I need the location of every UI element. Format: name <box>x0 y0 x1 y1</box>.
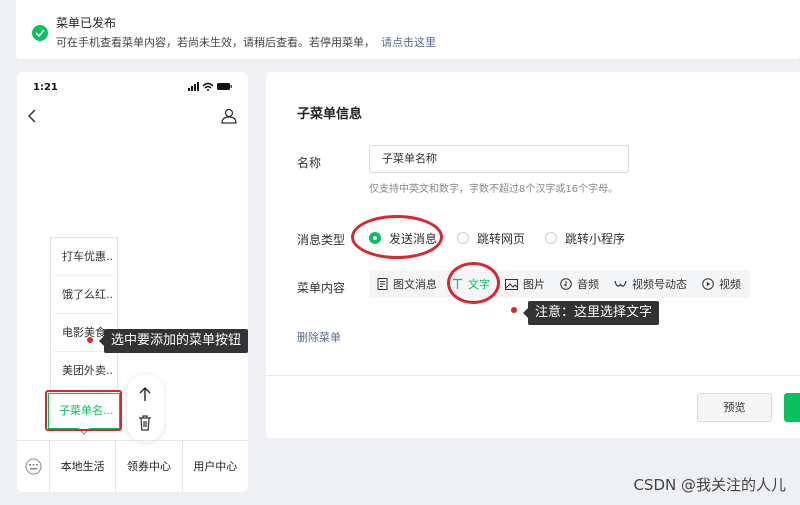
content-tab-label: 音频 <box>577 278 599 291</box>
delete-icon[interactable] <box>138 415 152 431</box>
status-bar-icons <box>188 82 232 91</box>
delete-menu-link[interactable]: 删除菜单 <box>297 329 341 345</box>
notice-desc-text: 可在手机查看菜单内容，若尚未生效，请稍后查看。若停用菜单， <box>56 36 375 49</box>
image-icon <box>505 278 518 290</box>
content-tab-video[interactable]: 视频 <box>702 276 741 292</box>
submenu-item[interactable]: 打车优惠... <box>54 238 114 276</box>
check-circle-icon <box>32 25 48 41</box>
notice-title: 菜单已发布 <box>56 16 117 30</box>
phone-menu-bar: 本地生活 领券中心 用户中心 <box>17 440 248 492</box>
submenu-item[interactable]: 美团外卖... <box>54 352 114 390</box>
annotation-dot <box>511 307 517 313</box>
user-icon[interactable] <box>220 107 238 125</box>
annotation-tooltip-right: 注意：这里选择文字 <box>522 301 660 325</box>
article-icon <box>377 278 388 290</box>
radio-label: 跳转小程序 <box>565 231 626 246</box>
content-tab-label: 图片 <box>523 278 545 291</box>
channels-icon <box>614 280 627 287</box>
annotation-highlight-text-tab <box>447 262 500 304</box>
radio-unchecked-icon <box>545 232 557 244</box>
notice-desc: 可在手机查看菜单内容，若尚未生效，请稍后查看。若停用菜单， 请点击这里 <box>56 34 436 50</box>
back-chevron-icon[interactable] <box>25 108 41 124</box>
submenu-info-panel: 子菜单信息 名称 子菜单名称 仅支持中英文和数字，字数不超过8个汉字或16个字母… <box>266 72 800 438</box>
name-hint: 仅支持中英文和数字，字数不超过8个汉字或16个字母。 <box>369 184 619 195</box>
publish-notice: 菜单已发布 可在手机查看菜单内容，若尚未生效，请稍后查看。若停用菜单， 请点击这里 <box>16 0 800 59</box>
submenu-item[interactable]: 饿了么红... <box>54 276 114 314</box>
content-tab-image[interactable]: 图片 <box>505 276 545 292</box>
content-tab-channels[interactable]: 视频号动态 <box>614 276 687 292</box>
video-icon <box>702 278 714 290</box>
content-tab-label: 视频号动态 <box>632 278 687 291</box>
keyboard-toggle[interactable] <box>17 440 50 492</box>
disable-menu-link[interactable]: 请点击这里 <box>381 36 436 49</box>
menu-tab-coupons[interactable]: 领券中心 <box>116 440 183 492</box>
content-type-tabs: 图文消息 文字 图片 音频 视频号动态 视频 <box>369 270 750 298</box>
keyboard-icon <box>25 458 42 474</box>
content-tab-label: 视频 <box>719 278 741 291</box>
radio-jump-webpage[interactable]: 跳转网页 <box>457 230 525 246</box>
content-label: 菜单内容 <box>297 281 346 295</box>
radio-unchecked-icon <box>457 232 469 244</box>
message-type-label: 消息类型 <box>297 233 346 247</box>
divider <box>266 375 800 376</box>
save-publish-button[interactable] <box>784 393 800 422</box>
menu-tab-user-center[interactable]: 用户中心 <box>183 441 248 493</box>
content-tab-label: 图文消息 <box>393 278 437 291</box>
preview-button[interactable]: 预览 <box>697 393 772 422</box>
annotation-highlight-send-message <box>351 215 443 259</box>
content-tab-article[interactable]: 图文消息 <box>377 276 437 292</box>
menu-tab-local-life[interactable]: 本地生活 <box>50 440 117 492</box>
phone-preview: 1:21 打车优惠... 饿了么红... 电影美食 美团外卖... 子菜单名..… <box>17 72 248 492</box>
submenu-tools <box>127 374 164 442</box>
watermark: CSDN @我关注的人儿 <box>633 476 786 494</box>
menu-name-input[interactable]: 子菜单名称 <box>369 145 629 173</box>
radio-jump-miniprogram[interactable]: 跳转小程序 <box>545 230 625 246</box>
annotation-dot <box>87 337 93 343</box>
name-label: 名称 <box>297 156 322 170</box>
annotation-highlight-submenu <box>45 390 122 431</box>
panel-heading: 子菜单信息 <box>297 107 363 122</box>
annotation-tooltip-left: 选中要添加的菜单按钮 <box>98 329 249 353</box>
content-tab-audio[interactable]: 音频 <box>560 276 599 292</box>
audio-icon <box>560 278 572 290</box>
phone-time: 1:21 <box>33 82 58 93</box>
radio-label: 跳转网页 <box>477 231 526 246</box>
move-up-icon[interactable] <box>138 386 152 402</box>
